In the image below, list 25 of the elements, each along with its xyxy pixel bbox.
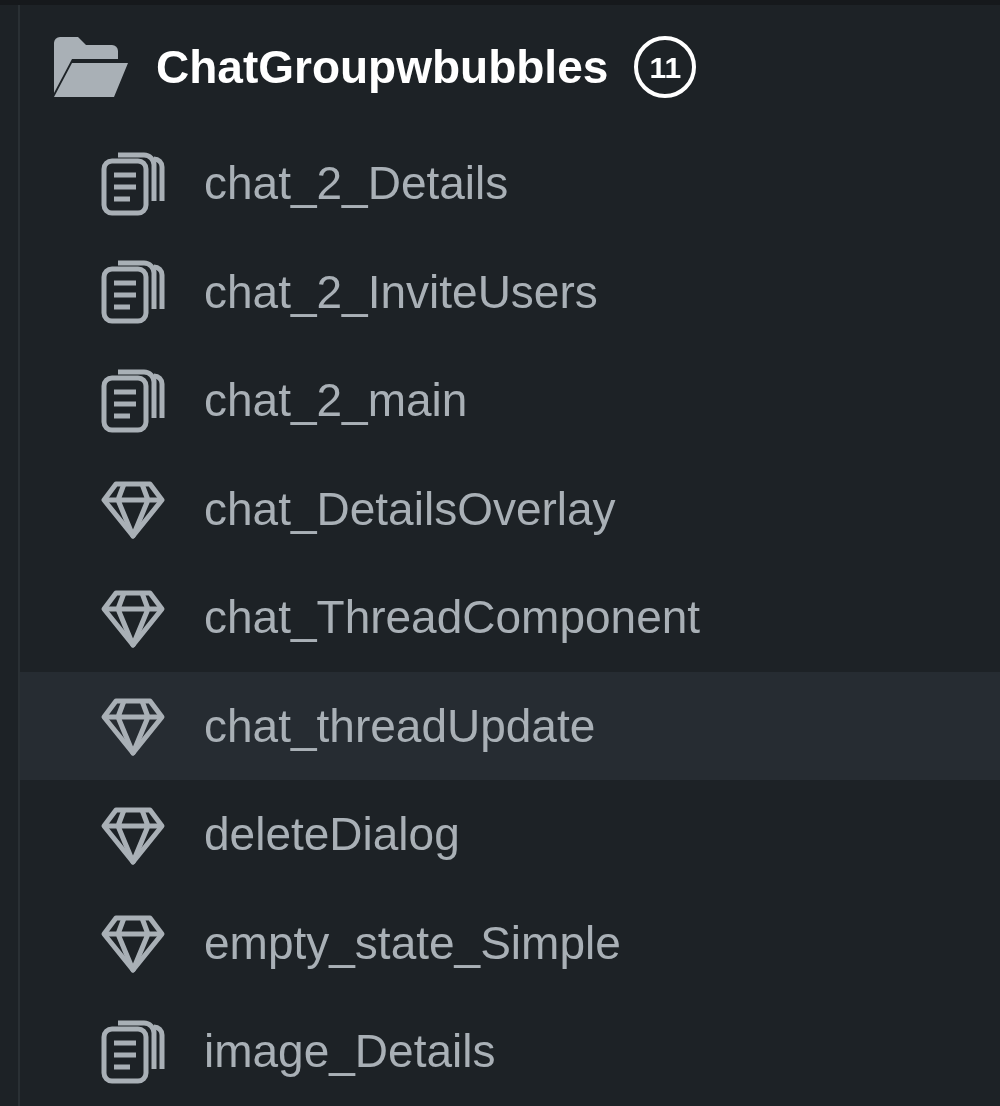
tree-item[interactable]: chat_ThreadComponent bbox=[20, 563, 1000, 672]
stacked-pages-icon bbox=[100, 150, 166, 217]
tree-item[interactable]: deleteDialog bbox=[20, 780, 1000, 889]
tree-item[interactable]: chat_threadUpdate bbox=[20, 671, 1000, 781]
item-label: empty_state_Simple bbox=[204, 915, 621, 971]
item-label: chat_2_Details bbox=[204, 156, 509, 212]
stacked-pages-icon bbox=[100, 367, 166, 434]
tree-item[interactable]: chat_DetailsOverlay bbox=[20, 454, 1000, 564]
count-badge: 11 bbox=[634, 36, 697, 99]
item-label: deleteDialog bbox=[204, 807, 460, 863]
item-label: chat_threadUpdate bbox=[204, 698, 596, 754]
folder-name: ChatGroupwbubbles bbox=[156, 39, 609, 95]
tree-item[interactable]: chat_2_main bbox=[20, 346, 1000, 455]
item-label: chat_ThreadComponent bbox=[204, 590, 701, 646]
tree-item[interactable]: image_Details bbox=[20, 997, 1000, 1106]
stacked-pages-icon bbox=[100, 1018, 166, 1085]
item-label: chat_DetailsOverlay bbox=[204, 481, 616, 537]
item-label: chat_2_main bbox=[204, 373, 468, 429]
stacked-pages-icon bbox=[100, 259, 166, 326]
tree-item[interactable]: chat_2_InviteUsers bbox=[20, 237, 1000, 347]
tree-item[interactable]: chat_2_Details bbox=[20, 129, 1000, 238]
item-label: image_Details bbox=[204, 1024, 496, 1080]
tree-item[interactable]: empty_state_Simple bbox=[20, 888, 1000, 998]
item-label: chat_2_InviteUsers bbox=[204, 264, 598, 320]
folder-row[interactable]: ChatGroupwbubbles 11 bbox=[20, 5, 1000, 130]
